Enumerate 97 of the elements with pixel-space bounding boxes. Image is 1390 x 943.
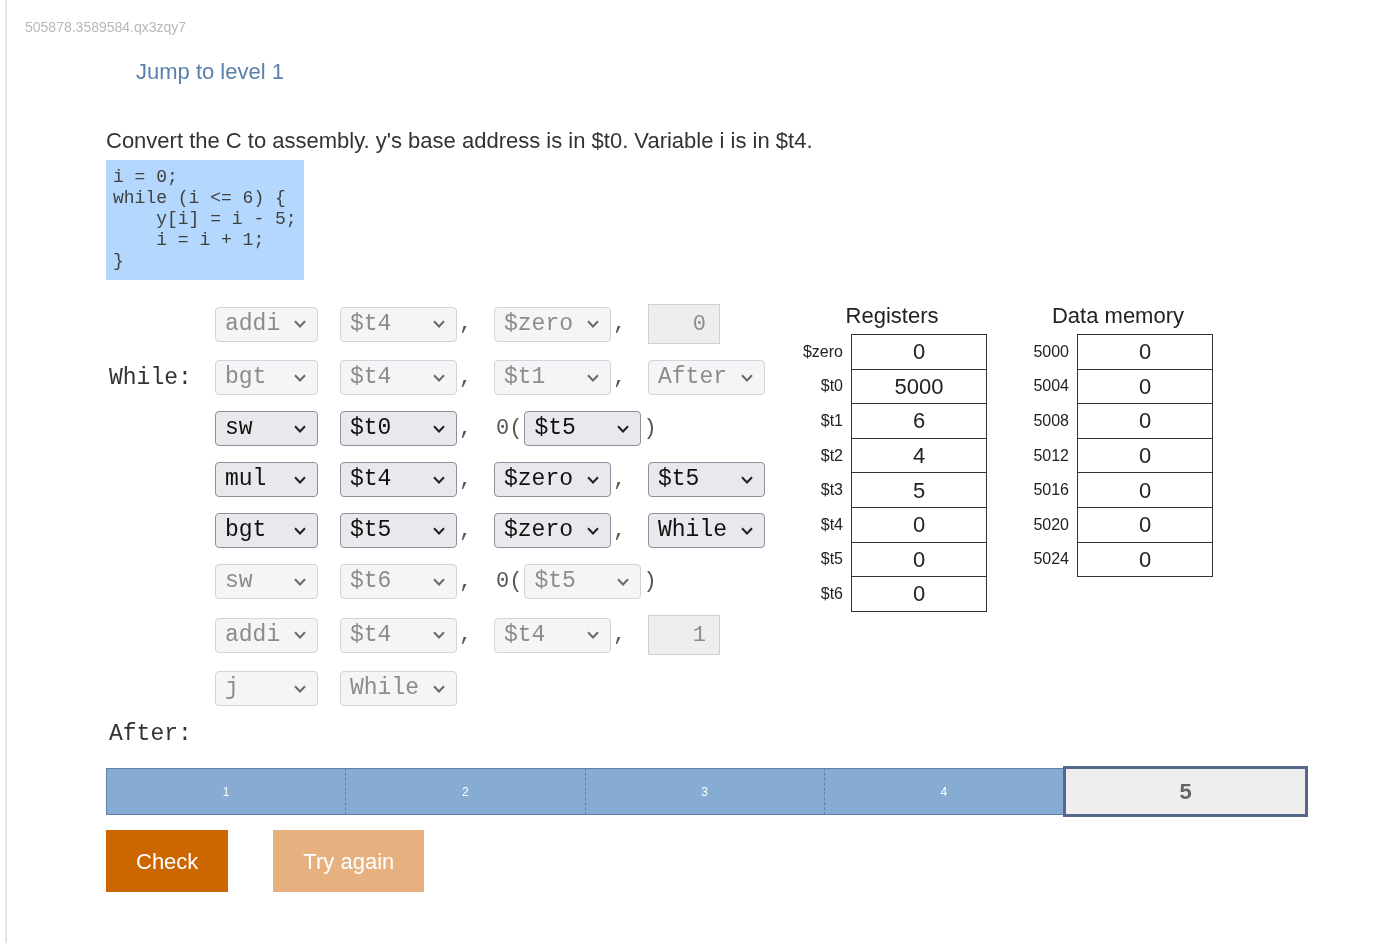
memory-value: 0	[1077, 506, 1213, 543]
chevron-down-icon	[433, 320, 445, 328]
memory-value: 0	[1077, 334, 1213, 370]
chevron-down-icon	[433, 526, 445, 535]
check-button[interactable]: Check	[106, 830, 229, 892]
separator-text: ,	[458, 622, 474, 648]
register-value: 5000	[851, 368, 987, 405]
chevron-down-icon	[587, 373, 599, 382]
memory-address: 5016	[1033, 480, 1069, 501]
label-text: After:	[109, 722, 192, 746]
register-name: $t3	[820, 480, 843, 501]
chevron-down-icon	[294, 320, 306, 328]
register-name: $t4	[820, 514, 843, 535]
chevron-down-icon	[587, 475, 599, 484]
chevron-down-icon	[294, 424, 306, 433]
register-value: 0	[851, 334, 987, 370]
chevron-down-icon	[294, 684, 306, 693]
jump-to-level-link[interactable]: Jump to level 1	[136, 59, 284, 85]
separator-text: ,	[612, 364, 628, 391]
opcode-dropdown[interactable]: sw	[215, 411, 318, 446]
memory-address: 5024	[1033, 549, 1069, 570]
operand-dropdown[interactable]: $t5	[340, 513, 457, 548]
separator-text: )	[642, 568, 658, 595]
separator-text: 0(	[495, 415, 524, 442]
activity-code: 505878.3589584.qx3zqy7	[25, 19, 187, 35]
chevron-down-icon	[587, 526, 599, 535]
operand-dropdown[interactable]: $zero	[494, 462, 611, 497]
chevron-down-icon	[433, 631, 445, 639]
chevron-down-icon	[294, 526, 306, 535]
level-button[interactable]: 3	[584, 768, 824, 815]
operand-dropdown[interactable]: While	[648, 513, 765, 548]
separator-text: ,	[612, 311, 628, 337]
chevron-down-icon	[741, 526, 753, 535]
label-text: While:	[109, 364, 192, 391]
register-name: $t1	[820, 411, 843, 431]
chevron-down-icon	[294, 577, 306, 586]
opcode-dropdown[interactable]: bgt	[215, 513, 318, 548]
memory-value: 0	[1077, 437, 1213, 474]
separator-text: ,	[458, 364, 474, 391]
memory-value: 0	[1077, 368, 1213, 405]
register-value: 0	[851, 506, 987, 543]
separator-text: ,	[612, 517, 628, 544]
chevron-down-icon	[294, 631, 306, 639]
level-button[interactable]: 5	[1063, 766, 1308, 817]
separator-text: )	[642, 415, 658, 442]
chevron-down-icon	[433, 424, 445, 433]
register-name: $t2	[820, 445, 843, 466]
chevron-down-icon	[294, 475, 306, 484]
operand-dropdown[interactable]: $zero	[494, 513, 611, 548]
memory-address: 5008	[1033, 411, 1069, 431]
level-button[interactable]: 4	[823, 768, 1063, 815]
register-name: $zero	[802, 341, 843, 362]
register-name: $t6	[820, 583, 843, 604]
operand-dropdown[interactable]: $t5	[648, 462, 765, 497]
separator-text: ,	[458, 466, 474, 493]
operand-dropdown[interactable]: $t0	[340, 411, 457, 446]
register-value: 0	[851, 541, 987, 578]
memory-address: 5020	[1033, 514, 1069, 535]
level-button[interactable]: 2	[345, 768, 585, 815]
chevron-down-icon	[433, 373, 445, 382]
operand-dropdown[interactable]: $t4	[340, 462, 457, 497]
memory-address: 5012	[1033, 445, 1069, 466]
registers-title: Registers	[845, 303, 939, 328]
memory-address: 5004	[1033, 376, 1069, 397]
memory-address: 5000	[1033, 341, 1069, 362]
level-button[interactable]: 1	[106, 768, 346, 815]
memory-value: 0	[1077, 541, 1213, 578]
separator-text: ,	[612, 622, 628, 648]
chevron-down-icon	[587, 320, 599, 328]
chevron-down-icon	[294, 373, 306, 382]
chevron-down-icon	[433, 684, 445, 693]
register-value: 6	[851, 403, 987, 439]
chevron-down-icon	[433, 577, 445, 586]
chevron-down-icon	[741, 373, 753, 382]
separator-text: ,	[458, 415, 474, 442]
memory-value: 0	[1077, 403, 1213, 439]
separator-text: ,	[458, 311, 474, 337]
instructions-text: Convert the C to assembly. y's base address is in $t0. Variable i is in $t4.	[106, 128, 813, 154]
register-name: $t0	[820, 376, 843, 397]
chevron-down-icon	[741, 475, 753, 484]
separator-text: ,	[458, 568, 474, 595]
chevron-down-icon	[587, 631, 599, 639]
separator-text: 0(	[495, 568, 524, 595]
chevron-down-icon	[617, 577, 630, 586]
register-value: 4	[851, 437, 987, 474]
separator-text: ,	[612, 466, 628, 493]
chevron-down-icon	[433, 475, 445, 484]
register-value: 0	[851, 576, 987, 612]
register-value: 5	[851, 472, 987, 508]
chevron-down-icon	[617, 424, 630, 433]
code-block: i = 0; while (i <= 6) { y[i] = i - 5; i = i + 1; }	[106, 160, 304, 280]
register-name: $t5	[820, 549, 843, 570]
operand-dropdown[interactable]: $t5	[524, 411, 642, 446]
separator-text: ,	[458, 517, 474, 544]
memory-value: 0	[1077, 472, 1213, 508]
memory-title: Data memory	[1051, 303, 1184, 328]
opcode-dropdown[interactable]: mul	[215, 462, 318, 497]
